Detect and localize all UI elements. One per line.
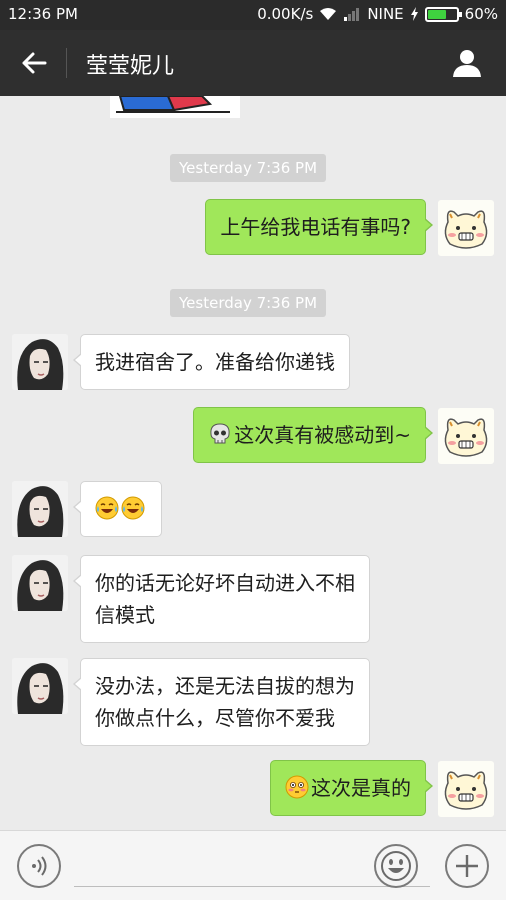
emoji-button[interactable] [374, 844, 418, 888]
timestamp: Yesterday 7:36 PM [170, 154, 327, 182]
girl-portrait-avatar [12, 555, 68, 611]
contact-avatar[interactable] [12, 555, 68, 611]
contact-avatar[interactable] [12, 334, 68, 390]
message-bubble-outgoing[interactable]: 上午给我电话有事吗? [205, 199, 433, 255]
flushed-face-emoji-icon [285, 775, 309, 799]
smiley-icon [381, 851, 411, 881]
chat-messages[interactable]: Yesterday 7:36 PM 上午给我电话有事吗? Yesterday 7… [0, 96, 506, 830]
status-indicators: 0.00K/s NINE 60% [257, 5, 498, 23]
battery-fill [427, 9, 446, 19]
profile-button[interactable] [446, 42, 488, 84]
cat-sticker-avatar [444, 771, 488, 810]
network-speed: 0.00K/s [257, 5, 314, 23]
chat-header: 莹莹妮儿 [0, 30, 506, 96]
status-bar: 12:36 PM 0.00K/s NINE 60% [0, 0, 506, 30]
tears-of-joy-emoji-icon [121, 496, 145, 520]
girl-portrait-avatar [12, 334, 68, 390]
my-avatar[interactable] [438, 761, 494, 817]
message-text: 上午给我电话有事吗? [220, 215, 411, 239]
back-button[interactable] [12, 41, 56, 85]
chat-title: 莹莹妮儿 [86, 54, 175, 79]
header-divider [66, 48, 67, 78]
message-bubble-incoming[interactable]: 你的话无论好坏自动进入不相 信模式 [73, 555, 370, 643]
girl-portrait-avatar [12, 481, 68, 537]
message-text-line: 信模式 [95, 603, 155, 627]
girl-portrait-avatar [12, 658, 68, 714]
battery-percent: 60% [464, 5, 498, 23]
tears-of-joy-emoji-icon [95, 496, 119, 520]
plus-icon [456, 855, 478, 877]
my-avatar[interactable] [438, 408, 494, 464]
message-bubble-incoming[interactable]: 没办法，还是无法自拔的想为 你做点什么，尽管你不爱我 [73, 658, 370, 746]
my-avatar[interactable] [438, 200, 494, 256]
message-input-bar [0, 830, 506, 900]
message-text: 这次真有被感动到~ [234, 423, 411, 447]
message-text-line: 没办法，还是无法自拔的想为 [95, 674, 355, 698]
battery-icon [424, 6, 462, 22]
cat-sticker-avatar [444, 418, 488, 457]
arrow-left-icon [22, 52, 47, 74]
message-bubble-outgoing[interactable]: 这次真有被感动到~ [193, 407, 433, 463]
contact-avatar[interactable] [12, 658, 68, 714]
message-text: 我进宿舍了。准备给你递钱 [95, 350, 335, 374]
message-bubble-incoming[interactable]: 我进宿舍了。准备给你递钱 [73, 334, 350, 390]
message-text-line: 你的话无论好坏自动进入不相 [95, 571, 355, 595]
status-time: 12:36 PM [8, 5, 78, 23]
signal-icon [344, 8, 360, 21]
skull-emoji-icon [210, 423, 230, 444]
more-options-button[interactable] [445, 844, 489, 888]
carrier-name: NINE [367, 5, 404, 23]
cat-sticker-avatar [444, 210, 488, 249]
timestamp: Yesterday 7:36 PM [170, 289, 327, 317]
voice-button[interactable] [17, 844, 61, 888]
charging-bolt-icon [410, 7, 418, 21]
message-bubble-outgoing[interactable]: 这次是真的 [270, 760, 433, 816]
message-text-line: 你做点什么，尽管你不爱我 [95, 706, 335, 730]
message-bubble-incoming[interactable] [73, 481, 162, 537]
person-icon [453, 50, 481, 77]
wifi-icon [320, 8, 337, 20]
sticker-image-partial [110, 96, 240, 118]
voice-icon [32, 856, 47, 876]
contact-avatar[interactable] [12, 481, 68, 537]
message-text: 这次是真的 [311, 776, 411, 800]
